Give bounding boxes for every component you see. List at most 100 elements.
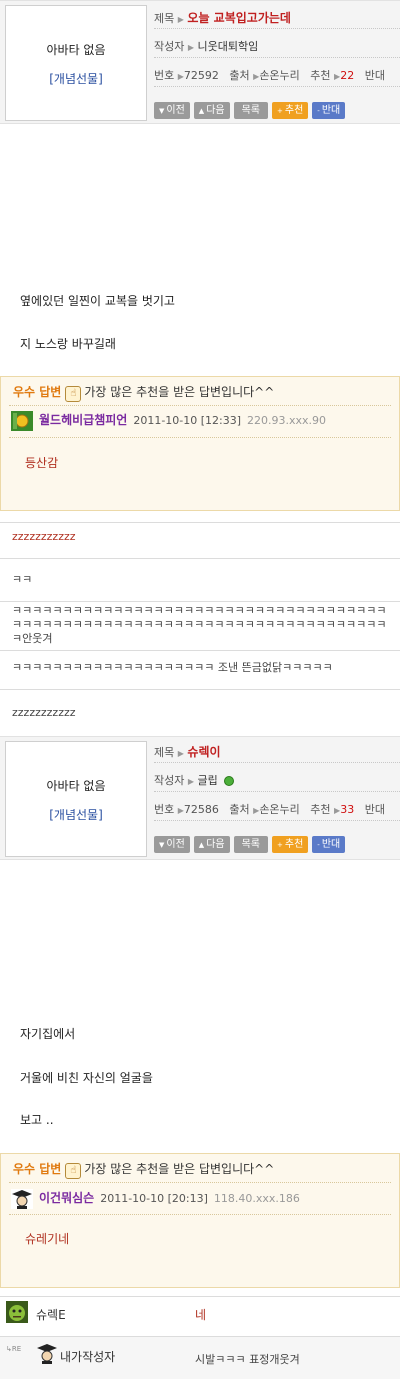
info-row: 번호 ▶72586 출처 ▶손온누리 추천 ▶33 반대 — [154, 799, 400, 821]
recommend-button[interactable]: + 추천 — [272, 102, 309, 119]
post-title: 오늘 교복입고가는데 — [187, 11, 291, 25]
prev-button[interactable]: ▼ 이전 — [154, 102, 190, 119]
graduate-user-icon — [37, 1344, 57, 1364]
prev-label: 이전 — [166, 839, 185, 850]
divider — [0, 558, 400, 559]
author-row: 작성자 ▶ 글립 — [154, 770, 400, 792]
author-name[interactable]: 글립 — [198, 774, 218, 787]
comment-text: 시발ㅋㅋㅋ 표정개웃겨 — [195, 1353, 300, 1366]
post-header: 아바타 없음 [개념선물] 제목 ▶ 슈렉이 작성자 ▶ 글립 번호 ▶7258… — [0, 736, 400, 860]
comment-author[interactable]: 슈렉E — [36, 1306, 66, 1323]
divider — [0, 650, 400, 651]
rec-count: 22 — [340, 69, 355, 82]
divider — [0, 522, 400, 523]
opp-label: 반대 — [364, 69, 385, 82]
shrek-avatar-icon — [6, 1301, 28, 1323]
down-icon: ▼ — [159, 841, 165, 849]
avatar-none-label: 아바타 없음 — [46, 779, 106, 793]
prev-button[interactable]: ▼ 이전 — [154, 836, 190, 853]
up-icon: ▲ — [198, 107, 205, 115]
num-label: 번호 — [154, 69, 175, 82]
plus-icon: + — [277, 841, 283, 849]
best-answer-header: 우수 답변 ☝ 가장 많은 추천을 받은 답변입니다^^ — [13, 1160, 274, 1179]
best-label: 우수 답변 — [13, 385, 62, 399]
oppose-label: 반대 — [321, 105, 341, 116]
list-button[interactable]: 목록 — [233, 836, 268, 853]
best-answer-text: 슈레기네 — [25, 1232, 70, 1246]
online-status-icon — [224, 776, 235, 786]
author-label: 작성자 — [154, 774, 185, 787]
best-answer-nick[interactable]: 월드헤비급챔피언 — [39, 413, 127, 427]
best-answer-header: 우수 답변 ☝ 가장 많은 추천을 받은 답변입니다^^ — [13, 383, 274, 402]
reply-arrow-icon: ↳RE — [6, 1345, 22, 1353]
oppose-button[interactable]: - 반대 — [312, 836, 346, 853]
thumbs-up-icon: ☝ — [65, 1163, 82, 1179]
best-description: 가장 많은 추천을 받은 답변입니다^^ — [84, 1162, 275, 1176]
post-body-line: 보고 .. — [20, 1113, 54, 1127]
arrow-right-icon: ▶ — [177, 749, 184, 758]
divider — [9, 1182, 391, 1183]
source-value: 손온누리 — [259, 69, 300, 82]
comment-author[interactable]: 내가작성자 — [60, 1348, 115, 1365]
comment-text: zzzzzzzzzzz — [12, 706, 76, 719]
best-answer-ip: 220.93.xxx.90 — [247, 414, 327, 427]
minus-icon: - — [317, 841, 320, 849]
oppose-label: 반대 — [321, 839, 341, 850]
list-label: 목록 — [241, 105, 260, 116]
post-number: 72592 — [183, 69, 219, 82]
num-label: 번호 — [154, 803, 175, 816]
post-title: 슈렉이 — [187, 745, 221, 759]
source-label: 출처 — [229, 803, 250, 816]
minus-icon: - — [317, 107, 320, 115]
best-answer-user: 이건뭐심슨 2011-10-10 [20:13] 118.40.xxx.186 — [11, 1189, 300, 1209]
post-body-line: 자기집에서 — [20, 1027, 76, 1041]
list-button[interactable]: 목록 — [233, 102, 268, 119]
recommend-button[interactable]: + 추천 — [272, 836, 309, 853]
gift-link[interactable]: [개념선물] — [6, 806, 146, 823]
reply-row: ↳RE 내가작성자 시발ㅋㅋㅋ 표정개웃겨 — [0, 1336, 400, 1379]
comment-text: ㅋㅋㅋㅋㅋㅋㅋㅋㅋㅋㅋㅋㅋㅋㅋㅋㅋㅋㅋㅋㅋㅋㅋㅋㅋㅋㅋㅋㅋㅋㅋㅋㅋㅋㅋㅋㅋㅋㅋㅋ… — [12, 604, 387, 645]
title-row: 제목 ▶ 오늘 교복입고가는데 — [154, 7, 400, 29]
oppose-button[interactable]: - 반대 — [312, 102, 346, 119]
best-answer-user: 월드헤비급챔피언 2011-10-10 [12:33] 220.93.xxx.90 — [11, 411, 326, 431]
recommend-label: 추천 — [284, 839, 304, 850]
best-answer-date: 2011-10-10 [12:33] — [133, 414, 242, 427]
divider — [0, 601, 400, 602]
best-answer-date: 2011-10-10 [20:13] — [100, 1192, 208, 1205]
rec-label: 추천 — [310, 69, 331, 82]
post-body-line: 옆에있던 일찐이 교복을 벗기고 — [20, 294, 175, 308]
thumbs-up-icon: ☝ — [65, 386, 82, 402]
source-value: 손온누리 — [259, 803, 300, 816]
medal-user-icon — [11, 411, 33, 431]
comment-text: ㅋㅋㅋㅋㅋㅋㅋㅋㅋㅋㅋㅋㅋㅋㅋㅋㅋㅋㅋㅋ 조낸 뜬금없닭ㅋㅋㅋㅋㅋ — [12, 661, 333, 674]
author-row: 작성자 ▶ 니웃대퇴학임 — [154, 36, 400, 58]
source-label: 출처 — [229, 69, 250, 82]
best-label: 우수 답변 — [13, 1162, 62, 1176]
list-label: 목록 — [241, 839, 260, 850]
divider — [9, 437, 391, 438]
avatar: 아바타 없음 [개념선물] — [5, 741, 147, 857]
next-label: 다음 — [206, 839, 225, 850]
plus-icon: + — [277, 107, 283, 115]
next-button[interactable]: ▲ 다음 — [193, 836, 230, 853]
comment-text: 네 — [195, 1308, 207, 1322]
arrow-right-icon: ▶ — [177, 15, 184, 24]
avatar: 아바타 없음 [개념선물] — [5, 5, 147, 121]
gift-link[interactable]: [개념선물] — [6, 70, 146, 87]
avatar-none-label: 아바타 없음 — [46, 43, 106, 57]
best-answer-nick[interactable]: 이건뭐심슨 — [39, 1191, 94, 1205]
graduate-user-icon — [11, 1189, 33, 1209]
post-buttons: ▼ 이전 ▲ 다음 목록 + 추천 - 반대 — [154, 102, 346, 119]
post-buttons: ▼ 이전 ▲ 다음 목록 + 추천 - 반대 — [154, 836, 346, 853]
post-body-line: 지 노스랑 바꾸길래 — [20, 337, 116, 351]
arrow-right-icon: ▶ — [187, 777, 195, 786]
divider — [9, 405, 391, 406]
info-row: 번호 ▶72592 출처 ▶손온누리 추천 ▶22 반대 — [154, 65, 400, 87]
rec-count: 33 — [340, 803, 355, 816]
post-number: 72586 — [183, 803, 219, 816]
divider — [9, 1214, 391, 1215]
next-label: 다음 — [206, 105, 225, 116]
title-label: 제목 — [154, 746, 175, 759]
author-name[interactable]: 니웃대퇴학임 — [198, 40, 259, 53]
next-button[interactable]: ▲ 다음 — [193, 102, 230, 119]
